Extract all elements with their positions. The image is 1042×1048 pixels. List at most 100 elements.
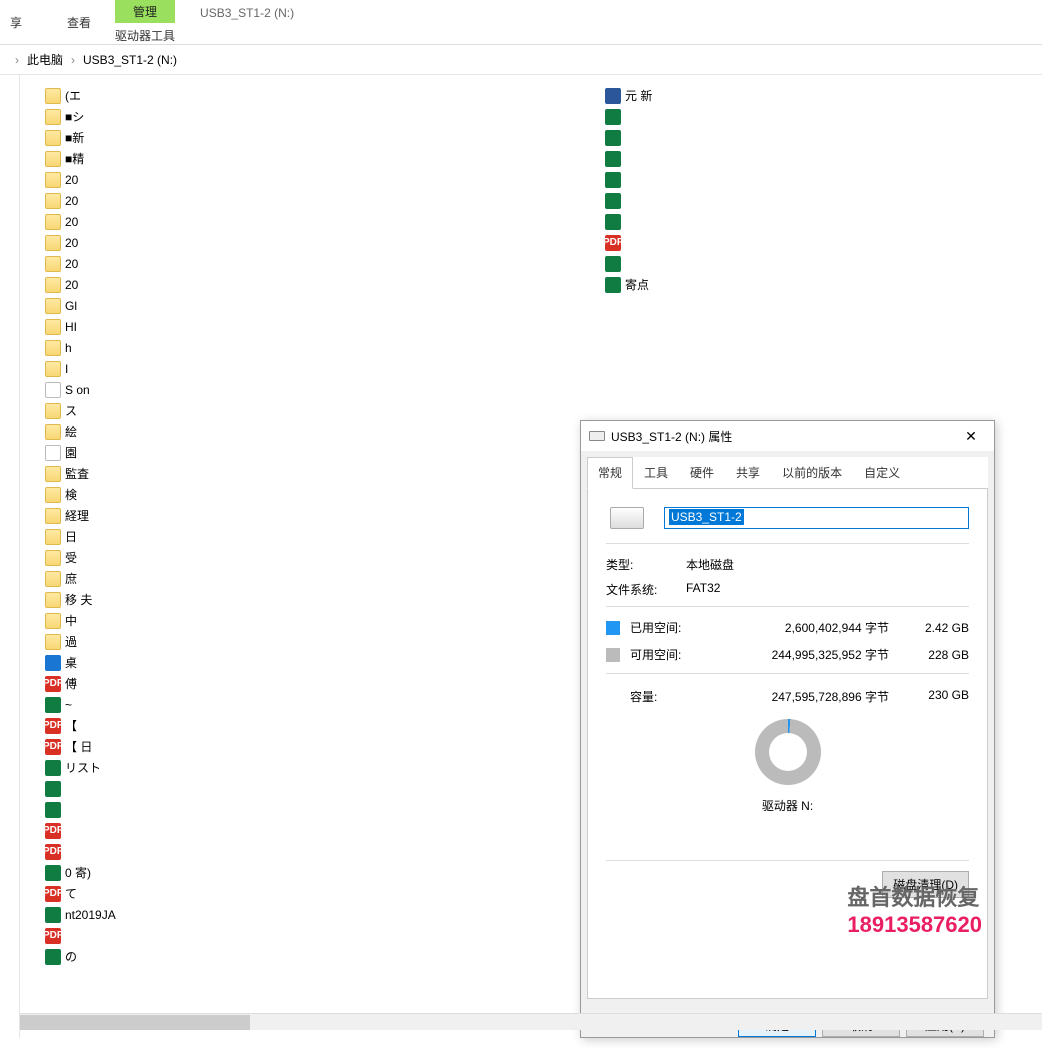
- ribbon-tab-share[interactable]: 享: [0, 0, 32, 37]
- file-item[interactable]: [605, 253, 805, 274]
- breadcrumb[interactable]: › 此电脑 › USB3_ST1-2 (N:): [0, 45, 1042, 75]
- file-item[interactable]: h: [45, 337, 585, 358]
- file-label: 移 夫: [65, 591, 92, 608]
- scrollbar-thumb[interactable]: [20, 1015, 250, 1030]
- close-button[interactable]: ✕: [956, 428, 986, 445]
- file-label: 元 新: [625, 87, 652, 104]
- file-item[interactable]: [605, 106, 805, 127]
- file-item[interactable]: 受: [45, 547, 585, 568]
- file-item[interactable]: ■シ: [45, 106, 585, 127]
- file-item[interactable]: 20: [45, 274, 585, 295]
- tab-general[interactable]: 常规: [587, 457, 633, 489]
- file-item[interactable]: 日: [45, 526, 585, 547]
- file-column-1: (エ■シ■新■精202020202020GlHIhIS onス絵園監査検経理日受…: [45, 85, 585, 967]
- file-item[interactable]: 桌: [45, 652, 585, 673]
- dialog-titlebar[interactable]: USB3_ST1-2 (N:) 属性 ✕: [581, 421, 994, 451]
- folder-icon: [45, 613, 61, 629]
- file-item[interactable]: PDF: [605, 232, 805, 253]
- file-item[interactable]: PDF【: [45, 715, 585, 736]
- pdf-icon: PDF: [45, 823, 61, 839]
- file-item[interactable]: 過: [45, 631, 585, 652]
- file-item[interactable]: Gl: [45, 295, 585, 316]
- pdf-icon: PDF: [45, 718, 61, 734]
- file-item[interactable]: 園: [45, 442, 585, 463]
- file-label: 20: [65, 236, 78, 250]
- file-item[interactable]: HI: [45, 316, 585, 337]
- folder-icon: [45, 487, 61, 503]
- folder-icon: [45, 361, 61, 377]
- file-item[interactable]: 20: [45, 190, 585, 211]
- file-item[interactable]: PDF【 日: [45, 736, 585, 757]
- file-item[interactable]: 検: [45, 484, 585, 505]
- filesystem-label: 文件系统:: [606, 581, 686, 598]
- file-item[interactable]: nt2019JA: [45, 904, 585, 925]
- doc-icon: [605, 88, 621, 104]
- file-item[interactable]: 元 新: [605, 85, 805, 106]
- drive-icon: [589, 431, 605, 441]
- file-item[interactable]: [605, 169, 805, 190]
- file-label: ~: [65, 698, 72, 712]
- file-item[interactable]: 0 寄): [45, 862, 585, 883]
- file-item[interactable]: ■新: [45, 127, 585, 148]
- file-item[interactable]: PDF傅: [45, 673, 585, 694]
- file-item[interactable]: 20: [45, 253, 585, 274]
- file-item[interactable]: PDF: [45, 925, 585, 946]
- xls-icon: [45, 760, 61, 776]
- file-item[interactable]: S on: [45, 379, 585, 400]
- main-content: (エ■シ■新■精202020202020GlHIhIS onス絵園監査検経理日受…: [0, 75, 1042, 1038]
- file-item[interactable]: 寄点: [605, 274, 805, 295]
- tab-customize[interactable]: 自定义: [853, 457, 911, 488]
- folder-icon: [45, 592, 61, 608]
- file-item[interactable]: (エ: [45, 85, 585, 106]
- horizontal-scrollbar[interactable]: [20, 1013, 1042, 1030]
- file-label: て: [65, 885, 77, 902]
- context-tab-drive-tools[interactable]: 驱动器工具: [105, 23, 185, 48]
- file-item[interactable]: [605, 148, 805, 169]
- file-item[interactable]: [45, 778, 585, 799]
- file-item[interactable]: PDF: [45, 820, 585, 841]
- txt-icon: [45, 382, 61, 398]
- pdf-icon: PDF: [45, 886, 61, 902]
- breadcrumb-drive[interactable]: USB3_ST1-2 (N:): [83, 53, 177, 67]
- tab-previous-versions[interactable]: 以前的版本: [771, 457, 853, 488]
- file-item[interactable]: 移 夫: [45, 589, 585, 610]
- tab-tools[interactable]: 工具: [633, 457, 679, 488]
- file-item[interactable]: 20: [45, 169, 585, 190]
- breadcrumb-this-pc[interactable]: 此电脑: [27, 51, 63, 68]
- file-item[interactable]: ス: [45, 400, 585, 421]
- file-item[interactable]: PDF: [45, 841, 585, 862]
- folder-icon: [45, 172, 61, 188]
- xls-icon: [605, 214, 621, 230]
- file-item[interactable]: 中: [45, 610, 585, 631]
- tab-hardware[interactable]: 硬件: [679, 457, 725, 488]
- file-label: 中: [65, 612, 77, 629]
- file-item[interactable]: リスト: [45, 757, 585, 778]
- ribbon: 享 查看 管理 驱动器工具 USB3_ST1-2 (N:): [0, 0, 1042, 45]
- file-item[interactable]: ~: [45, 694, 585, 715]
- file-item[interactable]: 20: [45, 211, 585, 232]
- disk-cleanup-button[interactable]: 磁盘清理(D): [882, 871, 969, 898]
- file-item[interactable]: 20: [45, 232, 585, 253]
- file-item[interactable]: 絵: [45, 421, 585, 442]
- file-label: 寄点: [625, 276, 649, 293]
- file-item[interactable]: 庶: [45, 568, 585, 589]
- tab-sharing[interactable]: 共享: [725, 457, 771, 488]
- file-item[interactable]: 監査: [45, 463, 585, 484]
- file-item[interactable]: [605, 190, 805, 211]
- file-label: 経理: [65, 507, 89, 524]
- ribbon-tab-view[interactable]: 查看: [57, 0, 101, 37]
- file-item[interactable]: [605, 127, 805, 148]
- file-item[interactable]: ■精: [45, 148, 585, 169]
- context-tab-manage[interactable]: 管理: [115, 0, 175, 23]
- file-item[interactable]: [45, 799, 585, 820]
- drive-name-input[interactable]: USB3_ST1-2: [664, 507, 969, 529]
- folder-icon: [45, 298, 61, 314]
- file-label: 庶: [65, 570, 77, 587]
- file-item[interactable]: I: [45, 358, 585, 379]
- folder-icon: [45, 424, 61, 440]
- file-item[interactable]: 経理: [45, 505, 585, 526]
- file-item[interactable]: [605, 211, 805, 232]
- pdf-icon: PDF: [45, 739, 61, 755]
- file-item[interactable]: の: [45, 946, 585, 967]
- file-item[interactable]: PDF て: [45, 883, 585, 904]
